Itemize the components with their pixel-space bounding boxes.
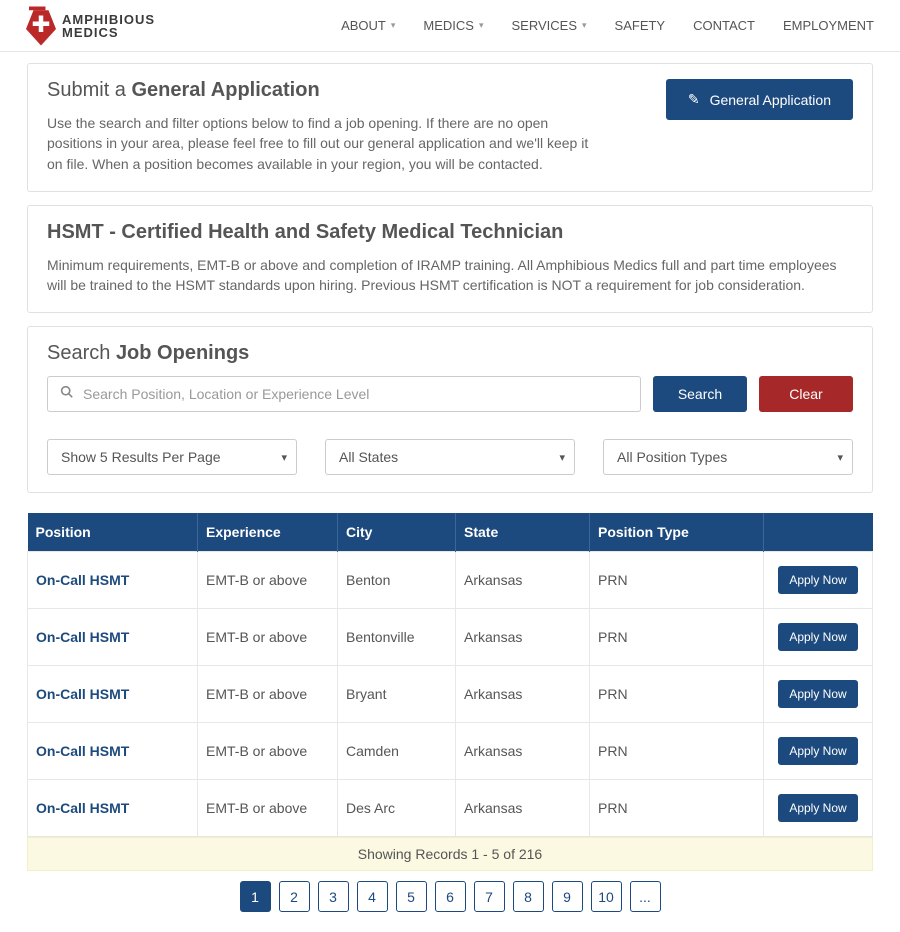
col-type[interactable]: Position Type [590, 513, 764, 552]
chevron-down-icon: ▾ [391, 20, 396, 31]
position-link[interactable]: On-Call HSMT [36, 686, 129, 702]
page-10[interactable]: 10 [591, 881, 622, 912]
cell-city: Benton [338, 552, 456, 609]
position-link[interactable]: On-Call HSMT [36, 572, 129, 588]
cell-type: PRN [590, 609, 764, 666]
position-type-select[interactable]: All Position Types [603, 439, 853, 475]
table-row: On-Call HSMT EMT-B or aboveBentonArkansas… [28, 552, 873, 609]
cell-state: Arkansas [456, 780, 590, 837]
search-panel: Search Job Openings Search Clear Show 5 … [27, 326, 873, 493]
apply-button[interactable]: Apply Now [778, 680, 857, 708]
apply-button[interactable]: Apply Now [778, 737, 857, 765]
page-ellipsis[interactable]: ... [630, 881, 661, 912]
page-9[interactable]: 9 [552, 881, 583, 912]
cell-action: Apply Now [764, 666, 873, 723]
nav-employment[interactable]: EMPLOYMENT [783, 18, 874, 33]
cell-experience: EMT-B or above [198, 780, 338, 837]
search-box[interactable] [47, 376, 641, 412]
page-4[interactable]: 4 [357, 881, 388, 912]
results-per-page-select[interactable]: Show 5 Results Per Page [47, 439, 297, 475]
col-experience[interactable]: Experience [198, 513, 338, 552]
page-8[interactable]: 8 [513, 881, 544, 912]
table-row: On-Call HSMT EMT-B or aboveCamdenArkansas… [28, 723, 873, 780]
col-state[interactable]: State [456, 513, 590, 552]
cell-city: Des Arc [338, 780, 456, 837]
apply-button[interactable]: Apply Now [778, 566, 857, 594]
chevron-down-icon: ▾ [479, 20, 484, 31]
cell-action: Apply Now [764, 780, 873, 837]
page-3[interactable]: 3 [318, 881, 349, 912]
position-link[interactable]: On-Call HSMT [36, 800, 129, 816]
cell-state: Arkansas [456, 723, 590, 780]
cell-experience: EMT-B or above [198, 552, 338, 609]
hsmt-info-panel: HSMT - Certified Health and Safety Medic… [27, 205, 873, 314]
state-select[interactable]: All States [325, 439, 575, 475]
main-nav: ABOUT▾ MEDICS▾ SERVICES▾ SAFETY CONTACT … [341, 18, 874, 33]
cell-state: Arkansas [456, 609, 590, 666]
cell-action: Apply Now [764, 609, 873, 666]
nav-about[interactable]: ABOUT▾ [341, 18, 395, 33]
cell-position: On-Call HSMT [28, 609, 198, 666]
top-nav: AMPHIBIOUS MEDICS ABOUT▾ MEDICS▾ SERVICE… [0, 0, 900, 52]
nav-services[interactable]: SERVICES▾ [511, 18, 586, 33]
general-application-panel: Submit a General Application Use the sea… [27, 63, 873, 192]
panel-title: Search Job Openings [47, 342, 853, 365]
cell-experience: EMT-B or above [198, 666, 338, 723]
panel-text: Minimum requirements, EMT-B or above and… [47, 255, 853, 296]
nav-medics[interactable]: MEDICS▾ [423, 18, 483, 33]
pagination: 123456789 10... [27, 881, 873, 912]
apply-button[interactable]: Apply Now [778, 794, 857, 822]
nav-contact[interactable]: CONTACT [693, 18, 755, 33]
cell-position: On-Call HSMT [28, 723, 198, 780]
col-city[interactable]: City [338, 513, 456, 552]
page-2[interactable]: 2 [279, 881, 310, 912]
clear-button[interactable]: Clear [759, 376, 853, 412]
table-row: On-Call HSMT EMT-B or aboveBryantArkansas… [28, 666, 873, 723]
panel-title: Submit a General Application [47, 79, 606, 102]
brand-logo[interactable]: AMPHIBIOUS MEDICS [26, 5, 155, 47]
search-button[interactable]: Search [653, 376, 747, 412]
cell-state: Arkansas [456, 552, 590, 609]
cell-city: Bryant [338, 666, 456, 723]
page-1[interactable]: 1 [240, 881, 271, 912]
brand-line2: MEDICS [62, 26, 155, 39]
chevron-down-icon: ▾ [582, 20, 587, 31]
col-position[interactable]: Position [28, 513, 198, 552]
cell-city: Bentonville [338, 609, 456, 666]
table-row: On-Call HSMT EMT-B or aboveDes ArcArkansa… [28, 780, 873, 837]
cell-position: On-Call HSMT [28, 666, 198, 723]
cell-action: Apply Now [764, 723, 873, 780]
position-link[interactable]: On-Call HSMT [36, 629, 129, 645]
brand-line1: AMPHIBIOUS [62, 13, 155, 26]
cell-type: PRN [590, 780, 764, 837]
page-5[interactable]: 5 [396, 881, 427, 912]
col-action [764, 513, 873, 552]
panel-title: HSMT - Certified Health and Safety Medic… [47, 221, 853, 244]
cell-action: Apply Now [764, 552, 873, 609]
records-summary: Showing Records 1 - 5 of 216 [27, 837, 873, 871]
page-7[interactable]: 7 [474, 881, 505, 912]
search-input[interactable] [83, 386, 628, 402]
logo-icon [26, 5, 56, 47]
nav-safety[interactable]: SAFETY [615, 18, 666, 33]
cell-type: PRN [590, 666, 764, 723]
cell-experience: EMT-B or above [198, 723, 338, 780]
general-application-button[interactable]: ✎ General Application [666, 79, 853, 120]
cell-state: Arkansas [456, 666, 590, 723]
panel-text: Use the search and filter options below … [47, 113, 606, 174]
page-6[interactable]: 6 [435, 881, 466, 912]
cell-experience: EMT-B or above [198, 609, 338, 666]
table-row: On-Call HSMT EMT-B or aboveBentonvilleArk… [28, 609, 873, 666]
openings-table: Position Experience City State Position … [27, 513, 873, 837]
cell-city: Camden [338, 723, 456, 780]
cell-position: On-Call HSMT [28, 552, 198, 609]
apply-button[interactable]: Apply Now [778, 623, 857, 651]
position-link[interactable]: On-Call HSMT [36, 743, 129, 759]
cell-type: PRN [590, 552, 764, 609]
cell-position: On-Call HSMT [28, 780, 198, 837]
search-icon [60, 385, 73, 403]
pencil-icon: ✎ [688, 91, 700, 108]
cell-type: PRN [590, 723, 764, 780]
